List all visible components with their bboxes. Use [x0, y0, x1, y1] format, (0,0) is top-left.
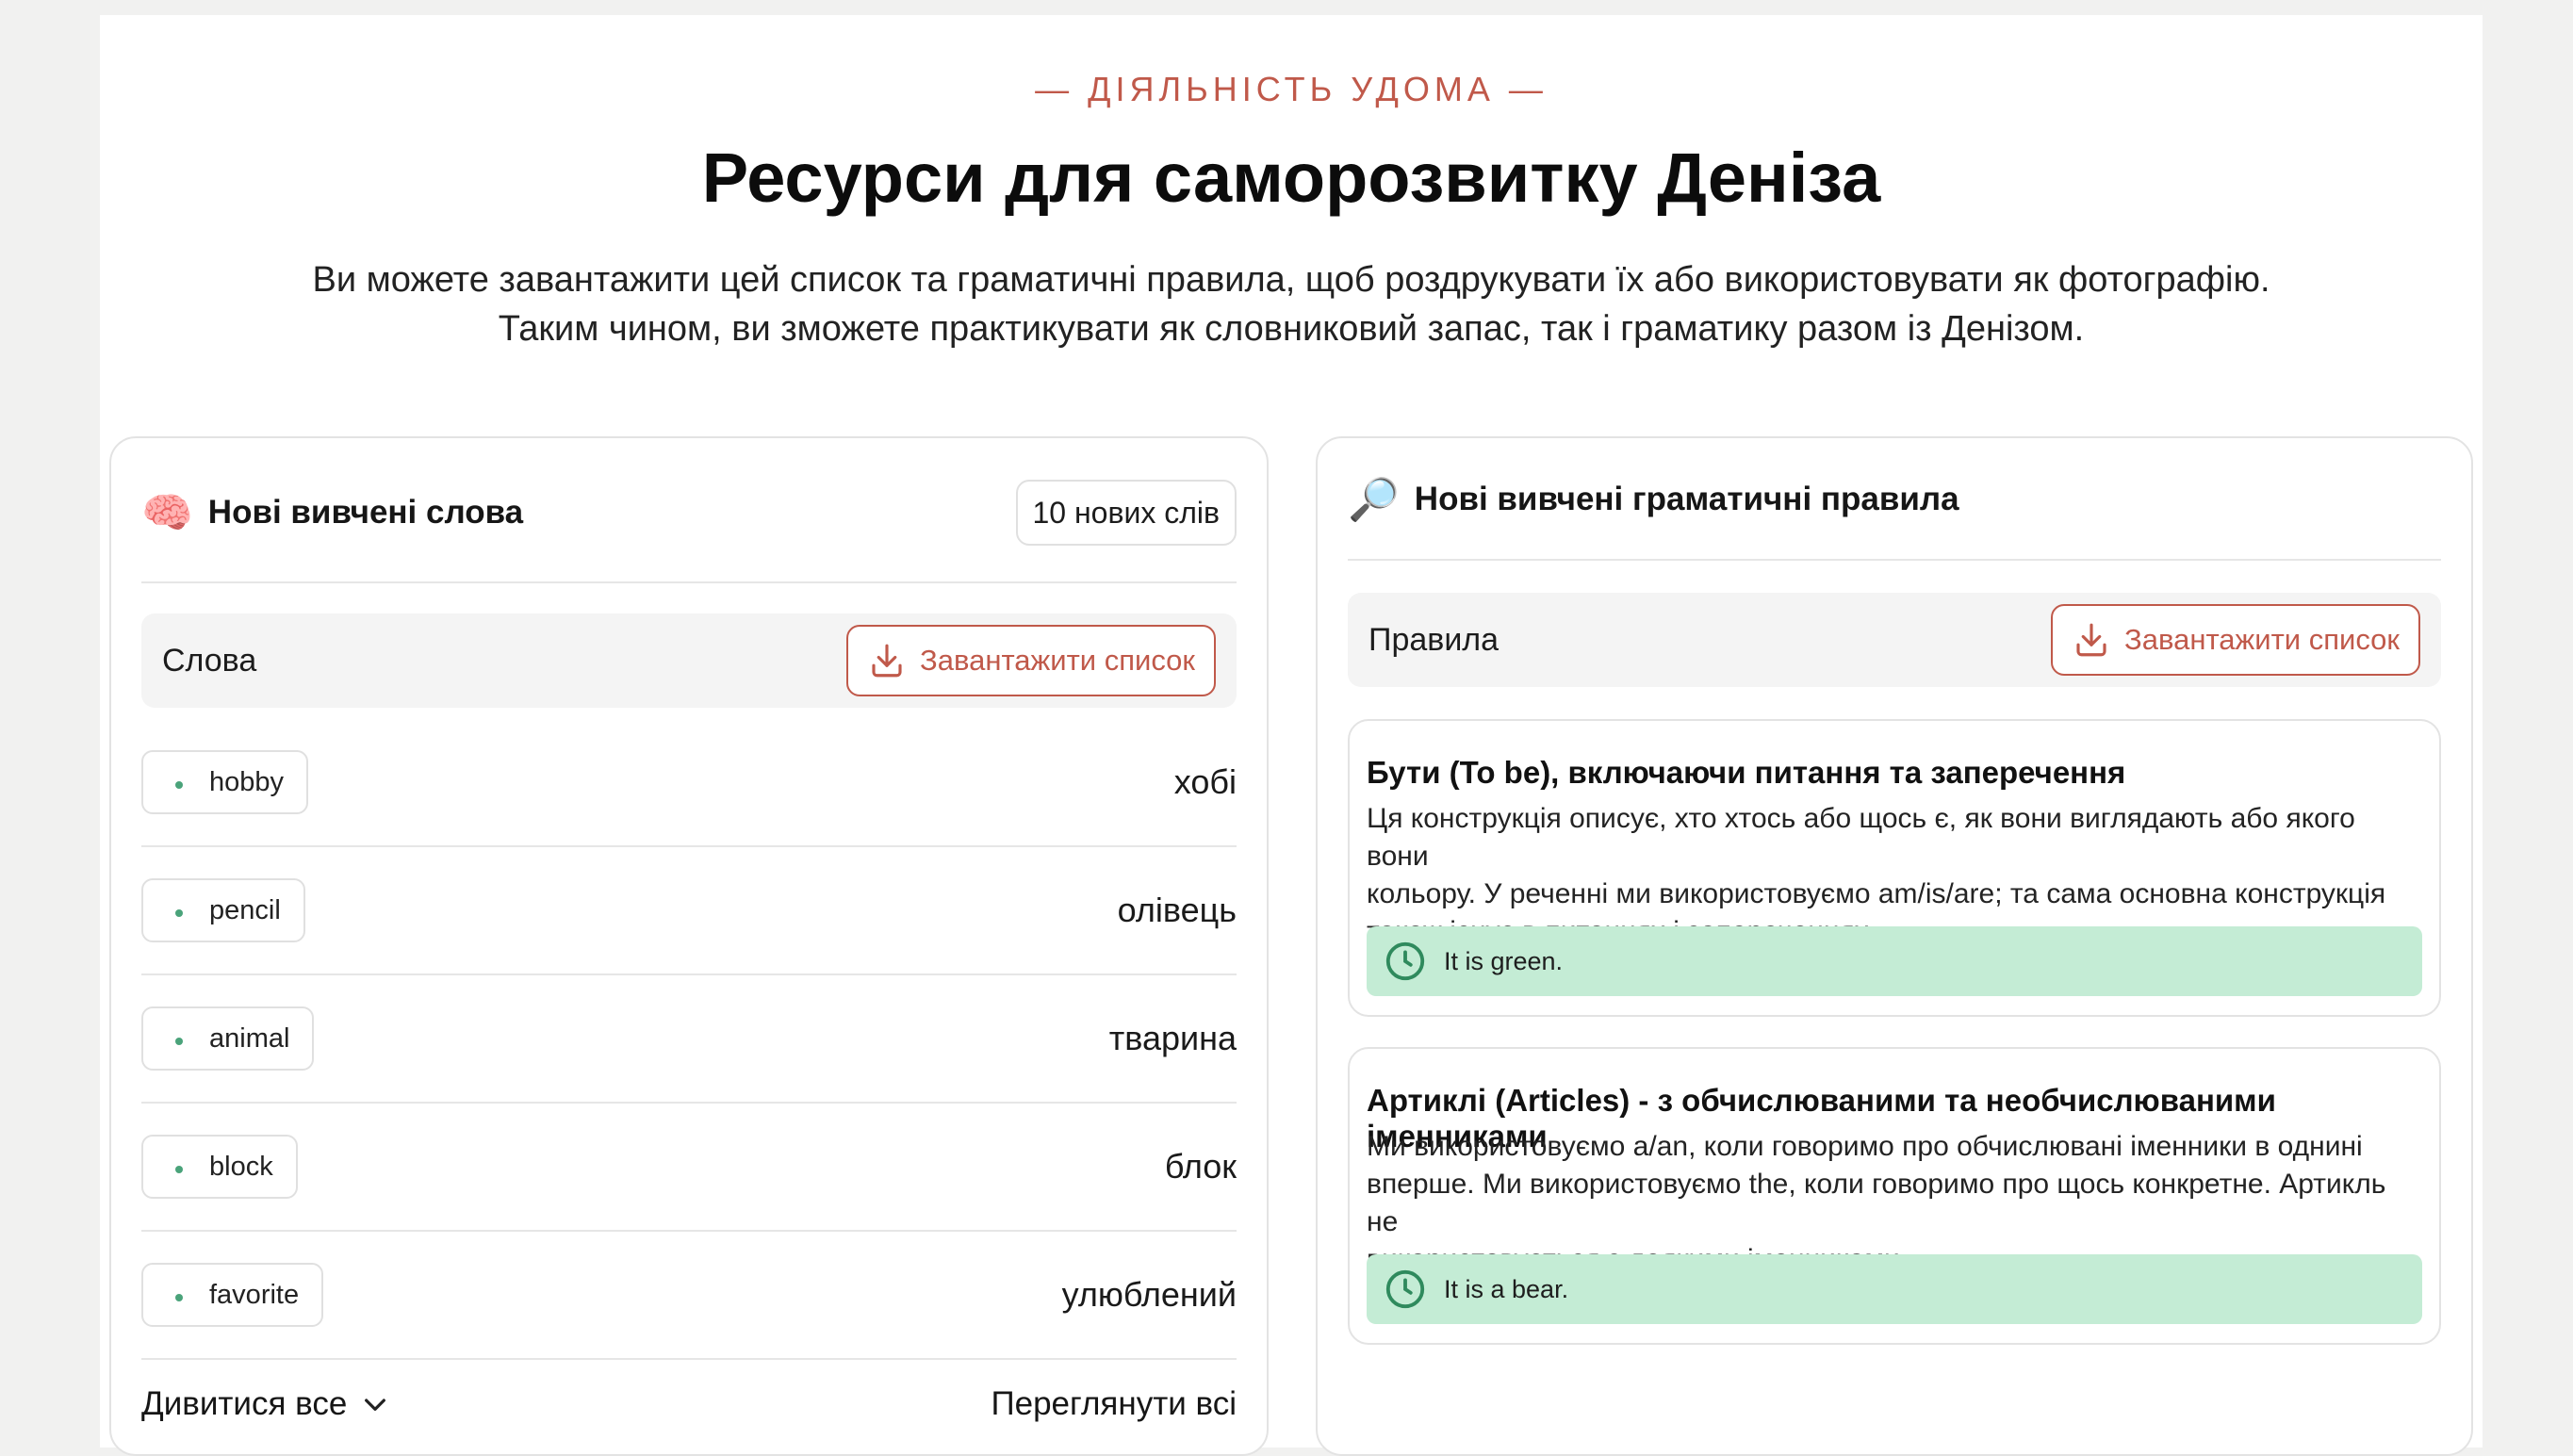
word-translation: олівець [1117, 891, 1237, 929]
word-chip[interactable]: favorite [141, 1263, 324, 1327]
bullet-dot [175, 909, 183, 917]
word-translation: тварина [1108, 1019, 1237, 1057]
download-icon [872, 644, 902, 678]
word-chip[interactable]: pencil [141, 878, 305, 942]
word-count-badge: 10 нових слів [1015, 480, 1237, 546]
rule-desc-line: кольору. У реченні ми використовуємо am/… [1367, 878, 2386, 909]
rule-example: It is a bear. [1367, 1254, 2422, 1324]
grammar-card-header: 🔎 Нові вивчені граматичні правила [1348, 466, 2441, 532]
download-rules-button[interactable]: Завантажити список [2051, 604, 2420, 676]
clock-icon [1385, 941, 1425, 981]
subtitle-line: Таким чином, ви зможете практикувати як … [498, 309, 2085, 349]
word-row: favorite улюблений [141, 1232, 1237, 1360]
view-all-label: Дивитися все [141, 1385, 348, 1422]
word-en: block [209, 1151, 273, 1182]
chevron-down-icon [365, 1399, 386, 1411]
subtitle-line: Ви можете завантажити цей список та грам… [312, 260, 2270, 300]
word-translation: блок [1164, 1147, 1237, 1186]
bullet-dot [175, 1038, 183, 1045]
rule-title: Бути (To be), включаючи питання та запер… [1367, 755, 2126, 790]
view-all-toggle[interactable]: Дивитися все [141, 1385, 390, 1423]
words-card-header: 🧠 Нові вивчені слова 10 нових слів [141, 480, 1237, 546]
words-section-label: Слова [162, 642, 257, 679]
word-row: block блок [141, 1104, 1237, 1232]
clock-icon [1385, 1269, 1425, 1309]
word-row: pencil олівець [141, 847, 1237, 975]
word-row: hobby хобі [141, 719, 1237, 847]
brain-icon: 🧠 [141, 490, 193, 536]
download-icon [2076, 623, 2106, 657]
grammar-card-title: Нові вивчені граматичні правила [1414, 481, 1959, 517]
browse-all-link[interactable]: Переглянути всі [991, 1385, 1237, 1423]
bullet-dot [175, 1294, 183, 1301]
bullet-dot [175, 1166, 183, 1173]
words-card: 🧠 Нові вивчені слова 10 нових слів Слова… [109, 436, 1269, 1456]
word-en: hobby [209, 766, 285, 797]
page: — ДІЯЛЬНІСТЬ УДОМА — Ресурси для самороз… [100, 15, 2483, 1456]
section-eyebrow: — ДІЯЛЬНІСТЬ УДОМА — [1035, 70, 1548, 108]
rule-desc-line: Ми використовуємо a/an, коли говоримо пр… [1367, 1131, 2363, 1162]
rules-section-label: Правила [1368, 621, 1500, 658]
rule-card: Артиклі (Articles) - з обчислюваними та … [1348, 1047, 2441, 1345]
word-en: pencil [209, 894, 281, 925]
rule-desc-line: Ця конструкція описує, хто хтось або щос… [1367, 803, 2355, 872]
divider [1348, 559, 2441, 561]
example-text: It is green. [1444, 946, 1564, 975]
download-rules-label: Завантажити список [2124, 623, 2400, 656]
word-row: animal тварина [141, 975, 1237, 1104]
words-section-bar: Слова Завантажити список [141, 613, 1237, 708]
rule-card: Бути (To be), включаючи питання та запер… [1348, 719, 2441, 1017]
word-en: animal [209, 1022, 290, 1054]
rule-example: It is green. [1367, 926, 2422, 996]
word-translation: улюблений [1061, 1275, 1237, 1314]
words-card-title: Нові вивчені слова [207, 494, 524, 531]
word-translation: хобі [1173, 762, 1237, 801]
word-chip[interactable]: animal [141, 1006, 315, 1071]
rules-section-bar: Правила Завантажити список [1348, 593, 2441, 687]
magnifier-icon: 🔎 [1348, 477, 1400, 523]
grammar-card: 🔎 Нові вивчені граматичні правила Правил… [1316, 436, 2473, 1456]
page-subtitle: Ви можете завантажити цей список та грам… [100, 255, 2483, 353]
word-en: favorite [209, 1279, 300, 1310]
download-words-button[interactable]: Завантажити список [846, 625, 1216, 696]
bullet-dot [175, 781, 183, 789]
rule-desc-line: вперше. Ми використовуємо the, коли гово… [1367, 1169, 2386, 1237]
download-words-label: Завантажити список [920, 644, 1195, 677]
word-chip[interactable]: hobby [141, 750, 309, 814]
page-title: Ресурси для саморозвитку Деніза [701, 139, 1881, 217]
word-chip[interactable]: block [141, 1135, 298, 1199]
words-card-footer: Дивитися все Переглянути всі [141, 1381, 1237, 1428]
example-text: It is a bear. [1444, 1274, 1569, 1303]
divider [141, 581, 1237, 583]
